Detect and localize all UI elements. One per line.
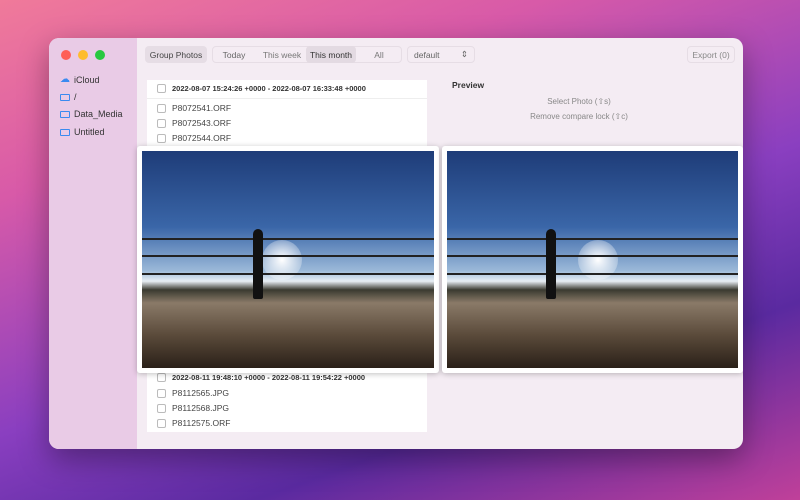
list-item[interactable]: P8072544.ORF xyxy=(157,133,231,143)
group-header[interactable]: 2022-08-11 19:48:10 +0000 - 2022-08-11 1… xyxy=(157,373,365,382)
checkbox[interactable] xyxy=(157,133,166,143)
minimize-button[interactable] xyxy=(78,50,88,60)
checkbox[interactable] xyxy=(157,388,166,398)
list-item[interactable]: P8112568.JPG xyxy=(157,403,229,413)
close-button[interactable] xyxy=(61,50,71,60)
tab-all[interactable]: All xyxy=(361,46,397,63)
zoom-button[interactable] xyxy=(95,50,105,60)
folder-icon xyxy=(60,93,70,101)
photo-preview xyxy=(142,151,434,368)
list-item[interactable]: P8112565.JPG xyxy=(157,388,229,398)
sidebar-item-data-media[interactable]: Data_Media xyxy=(60,109,123,119)
list-item[interactable]: P8112575.ORF xyxy=(157,418,230,428)
cloud-icon: ☁ xyxy=(60,74,70,85)
photo-preview xyxy=(447,151,738,368)
folder-icon xyxy=(60,110,70,118)
folder-icon xyxy=(60,128,70,136)
select-photo-hint: Select Photo (⇧s) xyxy=(547,97,611,106)
list-item[interactable]: P8072541.ORF xyxy=(157,103,231,113)
sidebar-item-icloud[interactable]: ☁ iCloud xyxy=(60,74,100,85)
list-item[interactable]: P8072543.ORF xyxy=(157,118,231,128)
window-controls xyxy=(61,50,105,60)
checkbox[interactable] xyxy=(157,84,166,93)
remove-compare-lock-hint: Remove compare lock (⇧c) xyxy=(530,112,628,121)
preview-title: Preview xyxy=(452,80,485,90)
sidebar-item-untitled[interactable]: Untitled xyxy=(60,127,105,137)
tab-today[interactable]: Today xyxy=(214,46,254,63)
photo-card-right[interactable] xyxy=(442,146,743,373)
group-header[interactable]: 2022-08-07 15:24:26 +0000 - 2022-08-07 1… xyxy=(157,84,366,93)
photo-card-left[interactable] xyxy=(137,146,439,373)
checkbox[interactable] xyxy=(157,418,166,428)
export-button[interactable]: Export (0) xyxy=(687,46,735,63)
tab-this-week[interactable]: This week xyxy=(258,46,306,63)
checkbox[interactable] xyxy=(157,373,166,382)
group-photos-button[interactable]: Group Photos xyxy=(145,46,207,63)
divider xyxy=(147,98,427,99)
app-window: ☁ iCloud / Data_Media Untitled Group Phot… xyxy=(49,38,743,449)
tab-this-month[interactable]: This month xyxy=(306,46,356,63)
checkbox[interactable] xyxy=(157,118,166,128)
chevron-updown-icon: ⇕ xyxy=(460,49,468,59)
checkbox[interactable] xyxy=(157,403,166,413)
sort-select[interactable]: default ⇕ xyxy=(407,46,475,63)
sidebar-item-root[interactable]: / xyxy=(60,92,77,102)
sidebar: ☁ iCloud / Data_Media Untitled xyxy=(49,38,137,449)
checkbox[interactable] xyxy=(157,103,166,113)
